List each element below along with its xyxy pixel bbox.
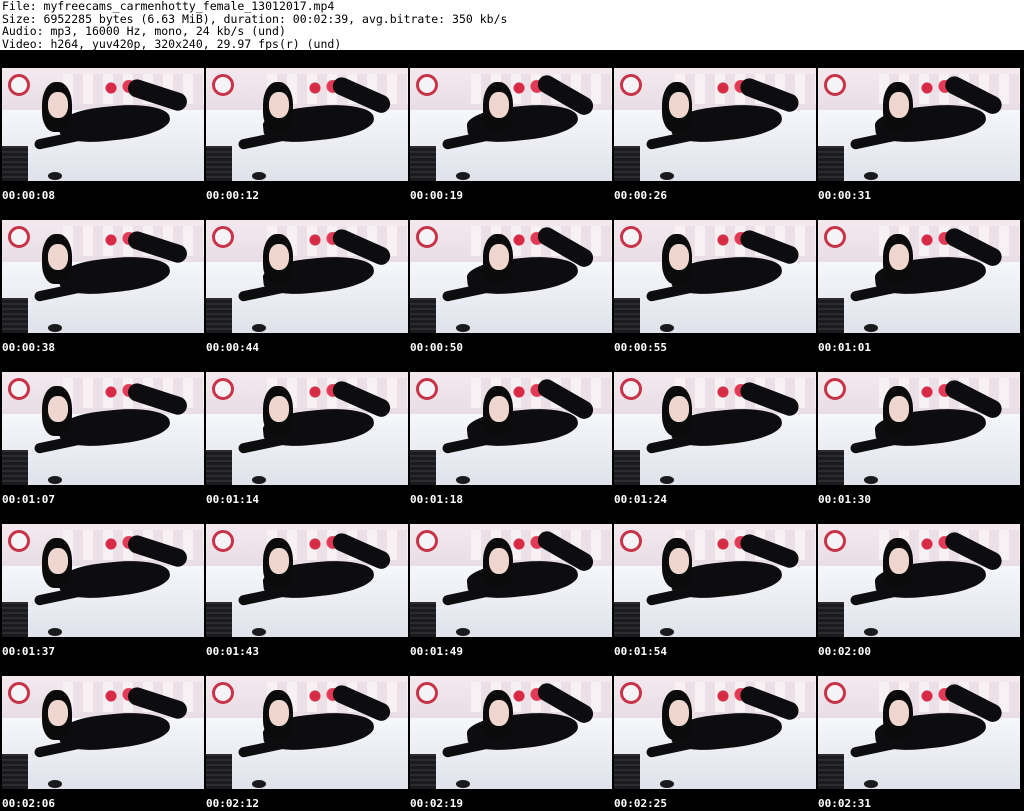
video-frame-thumbnail	[818, 524, 1020, 637]
audio-info-line: Audio: mp3, 16000 Hz, mono, 24 kb/s (und…	[2, 24, 286, 38]
video-frame-thumbnail	[410, 524, 612, 637]
video-frame-thumbnail	[410, 676, 612, 789]
thumbnail-cell: 00:01:54	[612, 506, 816, 658]
video-frame-thumbnail	[818, 372, 1020, 485]
video-frame-thumbnail	[2, 220, 204, 333]
video-frame-thumbnail	[206, 220, 408, 333]
thumbnail-cell: 00:00:12	[204, 50, 408, 202]
video-frame-thumbnail	[410, 68, 612, 181]
thumbnail-timestamp: 00:01:37	[2, 645, 55, 658]
video-frame-thumbnail	[410, 220, 612, 333]
video-frame-thumbnail	[410, 372, 612, 485]
thumbnail-timestamp: 00:01:01	[818, 341, 871, 354]
thumbnail-cell: 00:00:44	[204, 202, 408, 354]
thumbnail-timestamp: 00:01:54	[614, 645, 667, 658]
file-name-line: File: myfreecams_carmenhotty_female_1301…	[2, 0, 335, 13]
video-frame-thumbnail	[206, 372, 408, 485]
video-frame-thumbnail	[818, 220, 1020, 333]
thumbnail-timestamp: 00:01:24	[614, 493, 667, 506]
video-info-line: Video: h264, yuv420p, 320x240, 29.97 fps…	[2, 36, 342, 51]
thumbnail-cell: 00:02:31	[816, 658, 1020, 810]
thumbnail-cell: 00:02:19	[408, 658, 612, 810]
thumbnail-cell: 00:01:14	[204, 354, 408, 506]
video-frame-thumbnail	[2, 524, 204, 637]
thumbnail-cell: 00:01:43	[204, 506, 408, 658]
thumbnail-timestamp: 00:01:43	[206, 645, 259, 658]
thumbnail-timestamp: 00:00:12	[206, 189, 259, 202]
thumbnail-cell: 00:00:08	[0, 50, 204, 202]
video-frame-thumbnail	[818, 68, 1020, 181]
video-frame-thumbnail	[818, 676, 1020, 789]
video-frame-thumbnail	[206, 68, 408, 181]
thumbnail-cell: 00:02:25	[612, 658, 816, 810]
thumbnail-timestamp: 00:01:07	[2, 493, 55, 506]
thumbnail-cell: 00:00:31	[816, 50, 1020, 202]
thumbnail-cell: 00:01:30	[816, 354, 1020, 506]
thumbnail-cell: 00:00:38	[0, 202, 204, 354]
thumbnail-cell: 00:00:50	[408, 202, 612, 354]
thumbnail-timestamp: 00:00:31	[818, 189, 871, 202]
video-frame-thumbnail	[614, 68, 816, 181]
thumbnail-timestamp: 00:00:38	[2, 341, 55, 354]
thumbnail-timestamp: 00:01:30	[818, 493, 871, 506]
thumbnail-cell: 00:01:18	[408, 354, 612, 506]
thumbnail-cell: 00:00:55	[612, 202, 816, 354]
thumbnail-cell: 00:01:49	[408, 506, 612, 658]
thumbnail-timestamp: 00:00:19	[410, 189, 463, 202]
file-info-header: File: myfreecams_carmenhotty_female_1301…	[2, 0, 507, 50]
video-frame-thumbnail	[206, 524, 408, 637]
thumbnail-timestamp: 00:02:12	[206, 797, 259, 810]
thumbnail-timestamp: 00:02:19	[410, 797, 463, 810]
thumbnail-timestamp: 00:02:25	[614, 797, 667, 810]
video-frame-thumbnail	[614, 524, 816, 637]
thumbnail-timestamp: 00:02:31	[818, 797, 871, 810]
video-frame-thumbnail	[206, 676, 408, 789]
thumbnail-timestamp: 00:00:55	[614, 341, 667, 354]
thumbnail-timestamp: 00:00:44	[206, 341, 259, 354]
thumbnail-cell: 00:02:06	[0, 658, 204, 810]
thumbnail-timestamp: 00:01:14	[206, 493, 259, 506]
thumbnail-timestamp: 00:01:18	[410, 493, 463, 506]
video-frame-thumbnail	[2, 68, 204, 181]
thumbnail-cell: 00:01:37	[0, 506, 204, 658]
video-frame-thumbnail	[614, 372, 816, 485]
thumbnail-timestamp: 00:02:06	[2, 797, 55, 810]
thumbnail-timestamp: 00:00:08	[2, 189, 55, 202]
thumbnail-cell: 00:02:12	[204, 658, 408, 810]
thumbnail-timestamp: 00:00:50	[410, 341, 463, 354]
thumbnail-cell: 00:00:19	[408, 50, 612, 202]
thumbnail-timestamp: 00:01:49	[410, 645, 463, 658]
thumbnail-cell: 00:02:00	[816, 506, 1020, 658]
thumbnail-cell: 00:00:26	[612, 50, 816, 202]
thumbnail-timestamp: 00:00:26	[614, 189, 667, 202]
video-frame-thumbnail	[614, 220, 816, 333]
thumbnail-cell: 00:01:01	[816, 202, 1020, 354]
video-frame-thumbnail	[2, 372, 204, 485]
video-frame-thumbnail	[2, 676, 204, 789]
thumbnail-grid: 00:00:08 00:00:12 00:00:19 00:00:26 00:00:31…	[0, 50, 1024, 811]
thumbnail-cell: 00:01:07	[0, 354, 204, 506]
video-frame-thumbnail	[614, 676, 816, 789]
thumbnail-timestamp: 00:02:00	[818, 645, 871, 658]
thumbnail-cell: 00:01:24	[612, 354, 816, 506]
